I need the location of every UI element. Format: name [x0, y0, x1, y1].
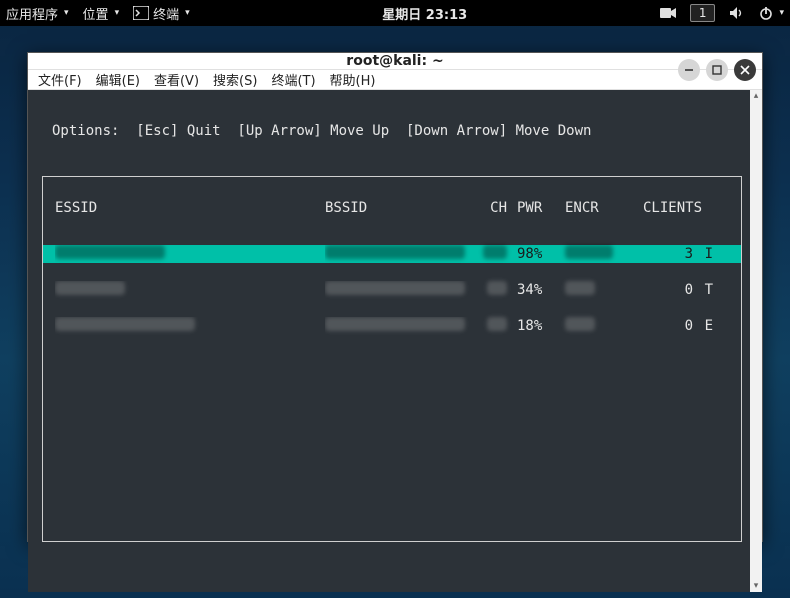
scroll-up-icon[interactable]: ▴: [750, 90, 762, 102]
col-header-essid: ESSID: [55, 199, 325, 217]
menu-terminal[interactable]: 终端(T): [271, 70, 315, 89]
table-row[interactable]: 98% 3I: [43, 245, 741, 263]
table-row[interactable]: 34% 0T: [43, 281, 741, 299]
col-header-pwr: PWR: [517, 199, 565, 217]
maximize-icon: [712, 65, 722, 75]
redacted-encr: [565, 245, 613, 259]
menu-file[interactable]: 文件(F): [38, 70, 82, 89]
network-table: ESSIDBSSIDCHPWRENCRCLIENTS 98% 3I 34% 0T 1…: [42, 176, 742, 542]
desktop-top-panel: 应用程序 ▾ 位置 ▾ 终端 ▾ 星期日 23:13 1: [0, 0, 790, 26]
panel-applications-label: 应用程序: [6, 4, 58, 23]
menu-edit[interactable]: 编辑(E): [96, 70, 140, 89]
panel-terminal-launcher[interactable]: 终端 ▾: [133, 4, 190, 23]
window-titlebar[interactable]: root@kali: ~: [28, 53, 762, 70]
window-title: root@kali: ~: [346, 53, 443, 69]
col-header-encr: ENCR: [565, 199, 643, 217]
terminal-menubar: 文件(F) 编辑(E) 查看(V) 搜索(S) 终端(T) 帮助(H): [28, 70, 762, 90]
minimize-icon: [684, 65, 694, 75]
chevron-down-icon: ▾: [64, 8, 69, 18]
redacted-bssid: [325, 281, 465, 295]
col-header-bssid: BSSID: [325, 199, 475, 217]
table-header-row: ESSIDBSSIDCHPWRENCRCLIENTS: [43, 195, 741, 227]
cell-pwr: 18%: [517, 317, 565, 335]
cell-clients: 0: [643, 317, 699, 335]
chevron-down-icon: ▾: [779, 8, 784, 18]
recording-indicator-icon[interactable]: [660, 7, 676, 19]
window-maximize-button[interactable]: [706, 59, 728, 81]
terminal-icon: [133, 6, 149, 20]
cell-pwr: 34%: [517, 281, 565, 299]
cell-clients: 0: [643, 281, 699, 299]
redacted-bssid: [325, 317, 465, 331]
menu-help[interactable]: 帮助(H): [330, 70, 376, 89]
menu-search[interactable]: 搜索(S): [213, 70, 257, 89]
panel-clock-text: 星期日 23:13: [382, 4, 467, 23]
panel-clock[interactable]: 星期日 23:13: [382, 4, 467, 23]
options-hint-line: Options: [Esc] Quit [Up Arrow] Move Up […: [52, 122, 742, 140]
redacted-ch: [483, 245, 507, 259]
scroll-down-icon[interactable]: ▾: [750, 580, 762, 592]
cell-tail: E: [699, 317, 713, 335]
cell-tail: T: [699, 281, 713, 299]
window-close-button[interactable]: [734, 59, 756, 81]
close-icon: [740, 65, 750, 75]
power-menu[interactable]: ▾: [759, 6, 784, 20]
redacted-ch: [487, 317, 507, 331]
workspace-indicator[interactable]: 1: [690, 4, 716, 22]
redacted-bssid: [325, 245, 465, 259]
table-row[interactable]: 18% 0E: [43, 317, 741, 335]
cell-clients: 3: [643, 245, 699, 263]
volume-icon[interactable]: [729, 6, 745, 20]
redacted-essid: [55, 245, 165, 259]
redacted-essid: [55, 281, 125, 295]
cell-pwr: 98%: [517, 245, 565, 263]
panel-applications-menu[interactable]: 应用程序 ▾: [6, 4, 69, 23]
terminal-output[interactable]: Options: [Esc] Quit [Up Arrow] Move Up […: [28, 90, 750, 592]
menu-view[interactable]: 查看(V): [154, 70, 199, 89]
panel-places-label: 位置: [83, 4, 109, 23]
panel-places-menu[interactable]: 位置 ▾: [83, 4, 120, 23]
redacted-encr: [565, 317, 595, 331]
redacted-ch: [487, 281, 507, 295]
window-minimize-button[interactable]: [678, 59, 700, 81]
terminal-window: root@kali: ~ 文件(F) 编辑(E) 查看(V) 搜索(S) 终端(…: [27, 52, 763, 542]
col-header-clients: CLIENTS: [643, 199, 699, 217]
panel-terminal-label: 终端: [153, 4, 179, 23]
terminal-scrollbar[interactable]: ▴ ▾: [750, 90, 762, 592]
power-icon: [759, 6, 773, 20]
chevron-down-icon: ▾: [115, 8, 120, 18]
redacted-encr: [565, 281, 595, 295]
col-header-ch: CH: [475, 199, 517, 217]
workspace-number: 1: [699, 6, 707, 20]
cell-tail: I: [699, 245, 713, 263]
redacted-essid: [55, 317, 195, 331]
